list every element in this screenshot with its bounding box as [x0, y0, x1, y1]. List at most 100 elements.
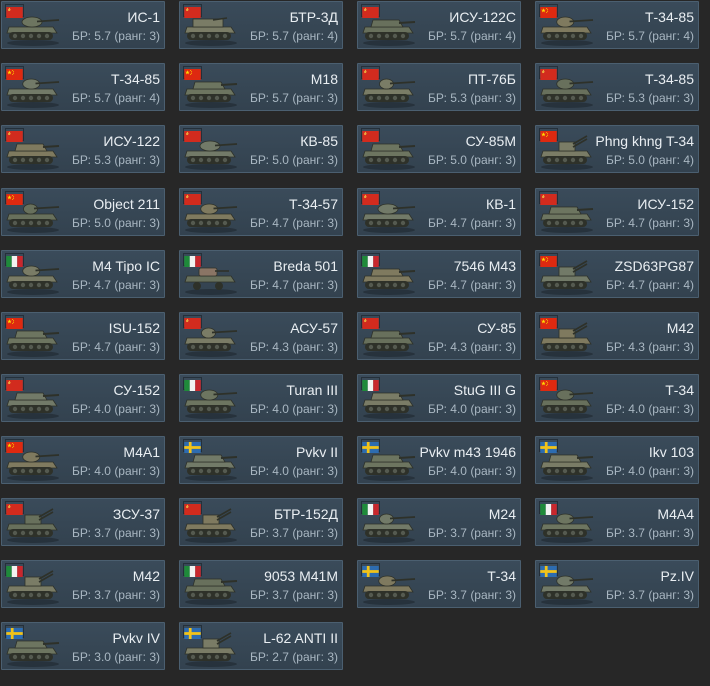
vehicle-name: M24 [488, 506, 516, 522]
vehicle-name: Т-34-85 [644, 9, 694, 25]
sweden-flag-icon [540, 440, 557, 453]
ussr-flag-icon [6, 502, 23, 515]
battle-rating: БР: 4.3 (ранг: 3) [428, 340, 516, 354]
vehicle-name: M4A4 [657, 506, 694, 522]
vehicle-name: ZSD63PG87 [614, 258, 694, 274]
china-flag-icon [6, 316, 23, 329]
vehicle-card[interactable]: Pz.IV БР: 3.7 (ранг: 3) [535, 560, 699, 608]
vehicle-card[interactable]: Т-34-85 БР: 5.7 (ранг: 4) [535, 1, 699, 49]
vehicle-card[interactable]: ЗСУ-37 БР: 3.7 (ранг: 3) [1, 498, 165, 546]
vehicle-card[interactable]: Breda 501 БР: 4.7 (ранг: 3) [179, 250, 343, 298]
vehicle-card[interactable]: ИС-1 БР: 5.7 (ранг: 3) [1, 1, 165, 49]
vehicle-card[interactable]: КВ-1 БР: 4.7 (ранг: 3) [357, 188, 521, 236]
vehicle-name: Pvkv IV [112, 630, 160, 646]
vehicle-card[interactable]: Pvkv m43 1946 БР: 4.0 (ранг: 3) [357, 436, 521, 484]
vehicle-card[interactable]: Т-34 БР: 4.0 (ранг: 3) [535, 374, 699, 422]
vehicle-card[interactable]: M4A4 БР: 3.7 (ранг: 3) [535, 498, 699, 546]
vehicle-card[interactable]: Turan III БР: 4.0 (ранг: 3) [179, 374, 343, 422]
battle-rating: БР: 3.7 (ранг: 3) [606, 588, 694, 602]
vehicle-card[interactable]: StuG III G БР: 4.0 (ранг: 3) [357, 374, 521, 422]
vehicle-card[interactable]: M42 БР: 3.7 (ранг: 3) [1, 560, 165, 608]
vehicle-card[interactable]: ZSD63PG87 БР: 4.7 (ранг: 4) [535, 250, 699, 298]
battle-rating: БР: 3.7 (ранг: 3) [250, 588, 338, 602]
battle-rating: БР: 4.7 (ранг: 3) [428, 278, 516, 292]
vehicle-card[interactable]: КВ-85 БР: 5.0 (ранг: 3) [179, 125, 343, 173]
vehicle-name: Т-34 [665, 382, 694, 398]
vehicle-card[interactable]: M42 БР: 4.3 (ранг: 3) [535, 312, 699, 360]
vehicle-card[interactable]: M4A1 БР: 4.0 (ранг: 3) [1, 436, 165, 484]
vehicle-name: ПТ-76Б [467, 71, 516, 87]
vehicle-name: ИСУ-122С [449, 9, 516, 25]
sweden-flag-icon [540, 564, 557, 577]
sweden-flag-icon [362, 440, 379, 453]
vehicle-card[interactable]: Т-34 БР: 3.7 (ранг: 3) [357, 560, 521, 608]
vehicle-name: ИСУ-122 [103, 133, 160, 149]
italy-flag-icon [6, 564, 23, 577]
vehicle-card[interactable]: M24 БР: 3.7 (ранг: 3) [357, 498, 521, 546]
ussr-flag-icon [6, 5, 23, 18]
vehicle-card[interactable]: БТР-152Д БР: 3.7 (ранг: 3) [179, 498, 343, 546]
vehicle-name: Object 211 [93, 196, 160, 212]
china-flag-icon [6, 192, 23, 205]
vehicle-card[interactable]: Т-34-57 БР: 4.7 (ранг: 3) [179, 188, 343, 236]
vehicle-card[interactable]: СУ-152 БР: 4.0 (ранг: 3) [1, 374, 165, 422]
vehicle-card[interactable]: Phng khng T-34 БР: 5.0 (ранг: 4) [535, 125, 699, 173]
battle-rating: БР: 3.7 (ранг: 3) [72, 526, 160, 540]
battle-rating: БР: 4.7 (ранг: 3) [72, 278, 160, 292]
china-flag-icon [540, 378, 557, 391]
vehicle-card[interactable]: ПТ-76Б БР: 5.3 (ранг: 3) [357, 63, 521, 111]
vehicle-name: Phng khng T-34 [595, 133, 694, 149]
battle-rating: БР: 4.3 (ранг: 3) [606, 340, 694, 354]
battle-rating: БР: 3.7 (ранг: 3) [250, 526, 338, 540]
vehicle-name: ИС-1 [127, 9, 160, 25]
vehicle-name: Т-34 [487, 568, 516, 584]
battle-rating: БР: 3.7 (ранг: 3) [428, 588, 516, 602]
ussr-flag-icon [540, 67, 557, 80]
vehicle-card[interactable]: Т-34-85 БР: 5.7 (ранг: 4) [1, 63, 165, 111]
vehicle-card[interactable]: ISU-152 БР: 4.7 (ранг: 3) [1, 312, 165, 360]
vehicle-card[interactable]: ИСУ-122С БР: 5.7 (ранг: 4) [357, 1, 521, 49]
vehicle-name: ЗСУ-37 [112, 506, 160, 522]
vehicle-card[interactable]: Pvkv II БР: 4.0 (ранг: 3) [179, 436, 343, 484]
vehicle-card[interactable]: Т-34-85 БР: 5.3 (ранг: 3) [535, 63, 699, 111]
vehicle-name: Т-34-57 [288, 196, 338, 212]
vehicle-name: 7546 M43 [453, 258, 516, 274]
ussr-flag-icon [184, 192, 201, 205]
sweden-flag-icon [184, 626, 201, 639]
vehicle-card[interactable]: СУ-85 БР: 4.3 (ранг: 3) [357, 312, 521, 360]
china-flag-icon [540, 254, 557, 267]
vehicle-name: АСУ-57 [290, 320, 338, 336]
battle-rating: БР: 4.0 (ранг: 3) [606, 402, 694, 416]
vehicle-name: Ikv 103 [648, 444, 694, 460]
vehicle-card[interactable]: ИСУ-152 БР: 4.7 (ранг: 3) [535, 188, 699, 236]
ussr-flag-icon [362, 67, 379, 80]
battle-rating: БР: 5.7 (ранг: 4) [428, 29, 516, 43]
vehicle-card[interactable]: M4 Tipo IC БР: 4.7 (ранг: 3) [1, 250, 165, 298]
italy-flag-icon [362, 378, 379, 391]
vehicle-name: Pz.IV [660, 568, 694, 584]
china-flag-icon [540, 129, 557, 142]
battle-rating: БР: 4.7 (ранг: 3) [250, 216, 338, 230]
vehicle-card[interactable]: СУ-85М БР: 5.0 (ранг: 3) [357, 125, 521, 173]
vehicle-name: КВ-1 [486, 196, 516, 212]
vehicle-card[interactable]: ИСУ-122 БР: 5.3 (ранг: 3) [1, 125, 165, 173]
vehicle-card[interactable]: Object 211 БР: 5.0 (ранг: 3) [1, 188, 165, 236]
vehicle-card[interactable]: M18 БР: 5.7 (ранг: 3) [179, 63, 343, 111]
vehicle-card[interactable]: АСУ-57 БР: 4.3 (ранг: 3) [179, 312, 343, 360]
ussr-flag-icon [184, 502, 201, 515]
vehicle-card[interactable]: БТР-3Д БР: 5.7 (ранг: 4) [179, 1, 343, 49]
vehicle-card[interactable]: L-62 ANTI II БР: 2.7 (ранг: 3) [179, 622, 343, 670]
battle-rating: БР: 4.0 (ранг: 3) [72, 402, 160, 416]
vehicle-grid: ИС-1 БР: 5.7 (ранг: 3) БТР-3Д БР: 5.7 (ран… [0, 0, 710, 686]
ussr-flag-icon [362, 316, 379, 329]
vehicle-name: СУ-85 [477, 320, 516, 336]
vehicle-card[interactable]: 7546 M43 БР: 4.7 (ранг: 3) [357, 250, 521, 298]
vehicle-card[interactable]: 9053 M41M БР: 3.7 (ранг: 3) [179, 560, 343, 608]
battle-rating: БР: 5.0 (ранг: 3) [250, 153, 338, 167]
battle-rating: БР: 4.0 (ранг: 3) [250, 402, 338, 416]
vehicle-name: M42 [132, 568, 160, 584]
battle-rating: БР: 4.0 (ранг: 3) [428, 464, 516, 478]
vehicle-name: M4 Tipo IC [92, 258, 160, 274]
vehicle-card[interactable]: Pvkv IV БР: 3.0 (ранг: 3) [1, 622, 165, 670]
vehicle-card[interactable]: Ikv 103 БР: 4.0 (ранг: 3) [535, 436, 699, 484]
